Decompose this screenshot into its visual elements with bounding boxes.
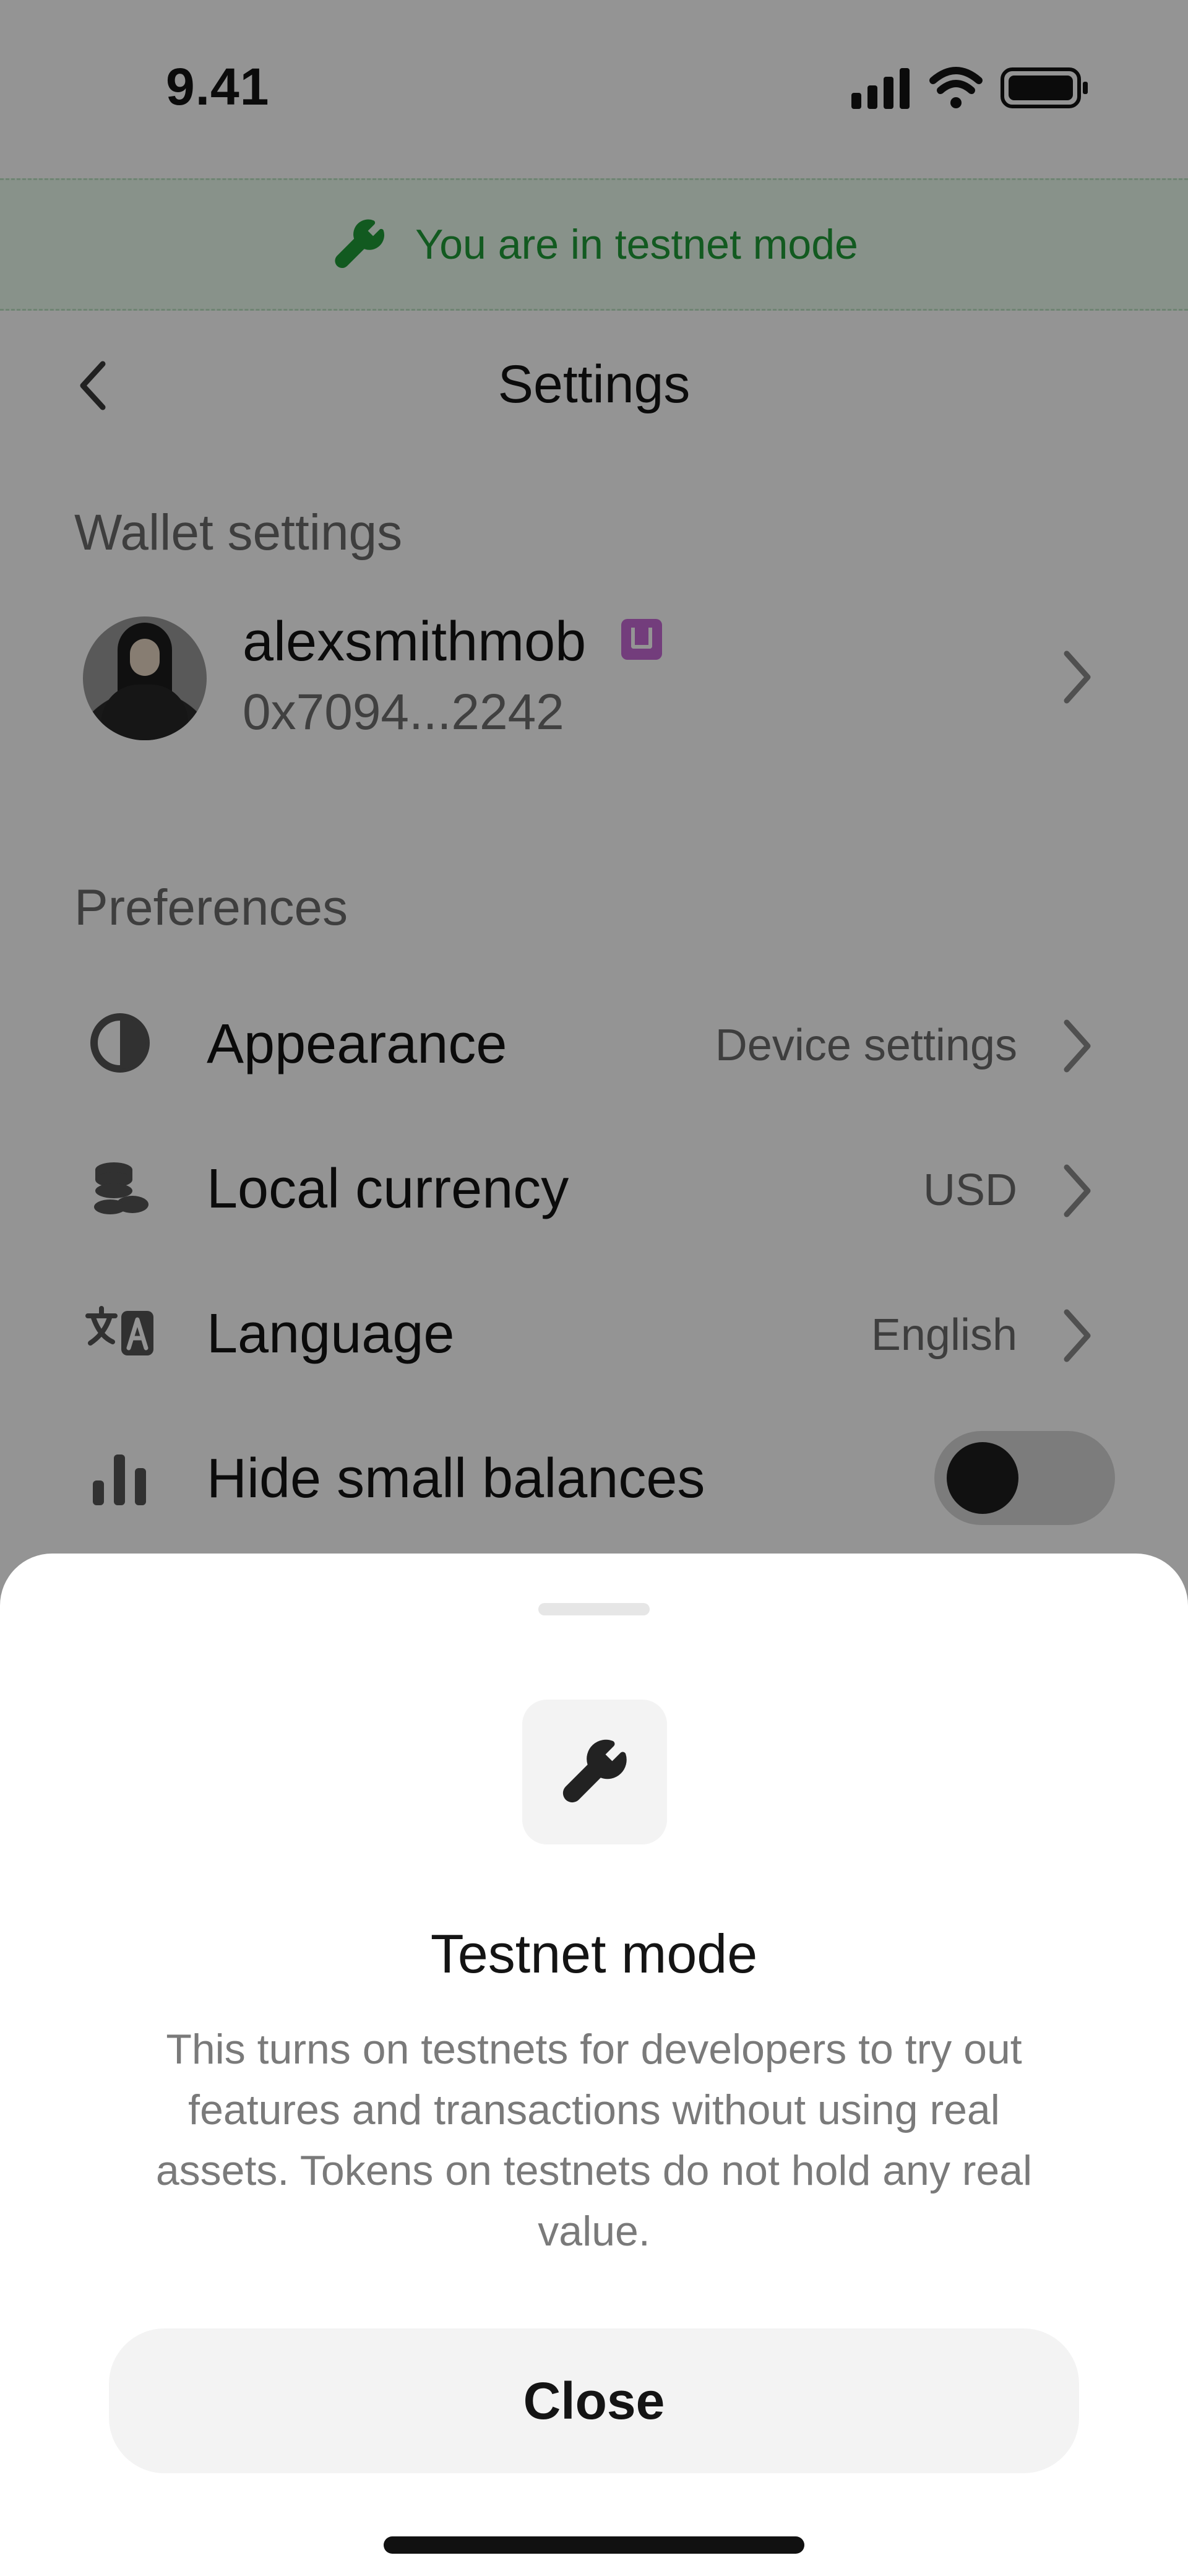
wrench-icon xyxy=(562,1739,627,1803)
settings-screen: 9.41 You are in testnet mode Settings Wa… xyxy=(0,0,1188,2576)
testnet-mode-sheet: Testnet mode This turns on testnets for … xyxy=(0,1554,1188,2576)
sheet-title: Testnet mode xyxy=(430,1923,758,1984)
sheet-description: This turns on testnets for developers to… xyxy=(155,2026,1033,2255)
close-button[interactable]: Close xyxy=(109,2328,1079,2473)
sheet-drag-handle[interactable] xyxy=(538,1603,650,1615)
home-indicator[interactable] xyxy=(384,2536,804,2554)
sheet-icon-container xyxy=(522,1700,667,1844)
